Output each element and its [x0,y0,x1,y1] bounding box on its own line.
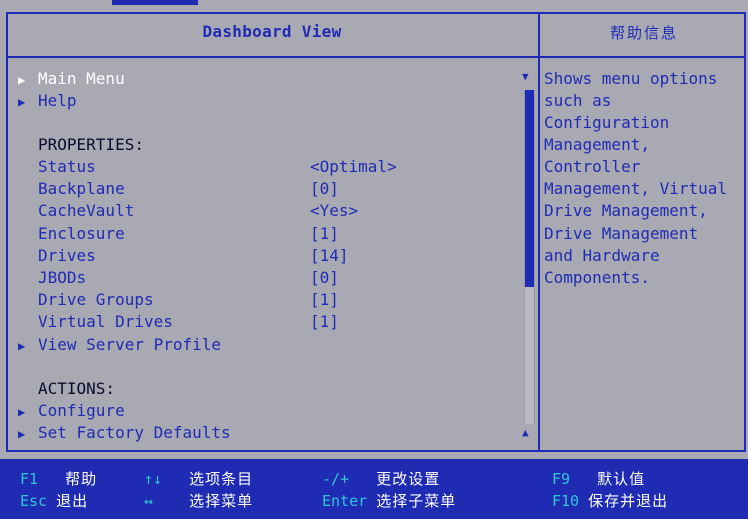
property-value: <Yes> [310,201,359,220]
help-text-line: Configuration [544,113,670,132]
menu-item-set-factory-defaults[interactable]: ▶ Set Factory Defaults [18,422,231,444]
help-text-line: Management, [544,135,650,154]
key-name: F9 [552,470,571,488]
scrollbar-thumb[interactable] [525,90,534,287]
menu-item-view-server-profile[interactable]: ▶ View Server Profile [18,334,221,356]
key-description: 默认值 [597,470,646,488]
help-panel-title: 帮助信息 [609,24,678,42]
key-hint-esc: Esc 退出 [20,491,88,511]
key-description: 更改设置 [376,470,441,488]
frame-right [744,12,746,452]
property-value: <Optimal> [310,157,397,176]
key-description: 选项条目 [189,470,254,488]
property-label: Drives [38,246,96,265]
property-label: JBODs [38,268,87,287]
property-row-status[interactable]: Status <Optimal> [38,156,398,178]
key-name: F10 [552,492,580,510]
help-text-line: Drive Management [544,224,699,243]
key-name: F1 [20,470,39,488]
arrow-right-icon: ▶ [18,95,26,109]
menu-item-help[interactable]: ▶ Help [18,90,77,112]
help-text-line: Controller [544,157,641,176]
scroll-up-arrow-icon[interactable]: ▼ [522,70,529,83]
up-down-arrows-icon: ↑↓ [144,470,163,488]
frame-header-divider [6,56,746,58]
property-row-drive-groups[interactable]: Drive Groups [1] [38,289,398,311]
property-value: [1] [310,312,339,331]
frame-left [6,12,8,452]
frame-panel-divider [538,12,540,452]
bios-screen: Dashboard View 帮助信息 ▶ Main Menu ▶ Help PRO… [0,0,748,519]
left-right-arrow-icon: ↔ [144,492,154,510]
menu-item-label: Set Factory Defaults [38,423,231,442]
help-text-line: Components. [544,268,650,287]
menu-item-main-menu[interactable]: ▶ Main Menu [18,68,125,90]
key-description: 保存并退出 [588,492,669,510]
property-row-backplane[interactable]: Backplane [0] [38,178,398,200]
menu-item-configure[interactable]: ▶ Configure [18,400,125,422]
property-label: Virtual Drives [38,312,173,331]
key-legend-bar: F1 帮助 ↑↓ 选项条目 -/+ 更改设置 F9 默认值 Esc 退出 ↔ 选… [0,459,748,519]
arrow-right-icon: ▶ [18,427,26,441]
top-tab-marker [112,0,198,5]
property-value: [1] [310,290,339,309]
frame-bottom [6,450,746,452]
key-description: 帮助 [65,470,98,488]
property-row-cachevault[interactable]: CacheVault <Yes> [38,200,398,222]
property-row-jbods[interactable]: JBODs [0] [38,267,398,289]
key-description: 退出 [56,492,89,510]
property-label: Enclosure [38,224,125,243]
help-text-line: and Hardware [544,246,660,265]
frame-top [6,12,746,14]
help-text-line: Shows menu options [544,69,718,88]
key-description: 选择菜单 [189,492,254,510]
menu-item-label: View Server Profile [38,335,222,354]
arrow-right-icon: ▶ [18,405,26,419]
property-row-virtual-drives[interactable]: Virtual Drives [1] [38,311,398,333]
property-label: Drive Groups [38,290,154,309]
properties-heading: PROPERTIES: [38,135,144,154]
key-hint-f9: F9 默认值 [552,469,645,489]
property-label: Backplane [38,179,125,198]
property-value: [0] [310,179,339,198]
key-hint-left-right: ↔ 选择菜单 [144,491,253,511]
menu-item-label: Configure [38,401,125,420]
property-row-enclosure[interactable]: Enclosure [1] [38,223,398,245]
arrow-right-icon: ▶ [18,73,26,87]
key-name: -/+ [322,470,350,488]
help-text-line: Drive Management, [544,201,708,220]
actions-heading: ACTIONS: [38,379,116,398]
key-description: 选择子菜单 [376,492,457,510]
key-hint-f10: F10 保存并退出 [552,491,668,511]
help-text-line: such as [544,91,612,110]
property-row-drives[interactable]: Drives [14] [38,245,398,267]
property-value: [14] [310,246,349,265]
menu-item-label: Main Menu [38,69,125,88]
key-hint-enter: Enter 选择子菜单 [322,491,456,511]
help-text-line: Management, Virtual [544,179,728,198]
key-name: Esc [20,492,48,510]
page-title: Dashboard View [202,22,342,41]
key-hint-plus-minus: -/+ 更改设置 [322,469,440,489]
arrow-right-icon: ▶ [18,339,26,353]
scroll-down-arrow-icon[interactable]: ▲ [522,426,529,439]
key-hint-up-down: ↑↓ 选项条目 [144,469,253,489]
menu-item-label: Help [38,91,77,110]
key-name: Enter [322,492,368,510]
property-label: CacheVault [38,201,135,220]
property-label: Status [38,157,96,176]
property-value: [0] [310,268,339,287]
key-hint-f1: F1 帮助 [20,469,97,489]
property-value: [1] [310,224,339,243]
